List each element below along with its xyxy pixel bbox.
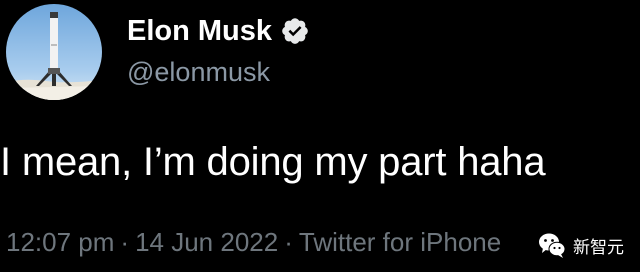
meta-separator: · [120,227,130,257]
meta-separator: · [284,227,293,257]
tweet-card: Elon Musk @elonmusk I mean, I’m doing my… [0,0,640,272]
watermark: 新智元 [533,226,630,264]
tweet-text: I mean, I’m doing my part haha [0,140,546,184]
author-handle[interactable]: @elonmusk [127,56,270,88]
rocket-booster-icon [6,4,102,100]
tweet-source[interactable]: Twitter for iPhone [299,227,501,257]
tweet-time[interactable]: 12:07 pm [6,227,114,257]
watermark-text: 新智元 [573,237,624,258]
author-display-name[interactable]: Elon Musk [127,13,272,49]
author-avatar[interactable] [6,4,102,100]
author-name-row: Elon Musk [127,13,310,49]
verified-badge-icon [280,16,310,46]
wechat-logo-icon [537,230,567,260]
tweet-date[interactable]: 14 Jun 2022 [135,227,278,257]
